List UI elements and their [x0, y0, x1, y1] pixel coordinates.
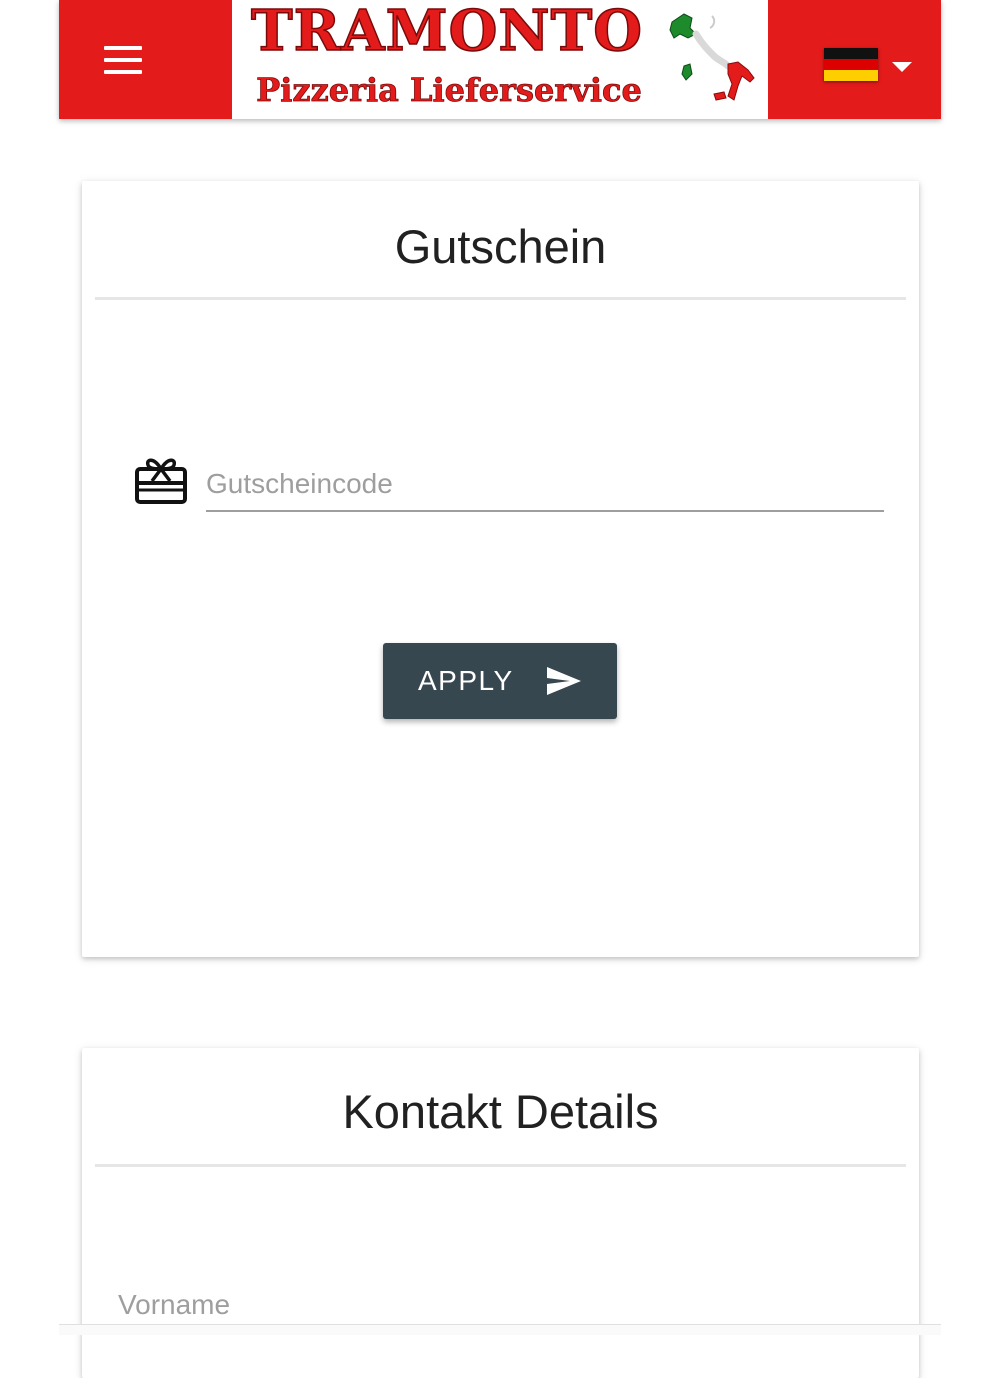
send-icon	[547, 667, 581, 695]
app-header: TRAMONTO Pizzeria Lieferservice	[59, 0, 941, 119]
apply-button[interactable]: APPLY	[383, 643, 617, 719]
language-selector[interactable]	[819, 44, 919, 84]
brand-logo[interactable]: TRAMONTO Pizzeria Lieferservice	[232, 0, 768, 119]
voucher-card: Gutschein APPLY	[82, 181, 919, 957]
bottom-bar	[59, 1324, 941, 1335]
logo-title: TRAMONTO	[250, 0, 644, 64]
first-name-field[interactable]: Vorname	[118, 1288, 230, 1322]
contact-title: Kontakt Details	[342, 1085, 659, 1138]
caret-down-icon	[892, 62, 912, 72]
apply-button-label: APPLY	[418, 665, 514, 696]
menu-bar	[104, 58, 142, 62]
german-flag-icon	[824, 48, 878, 81]
menu-bar	[104, 70, 142, 74]
italy-map-icon	[669, 13, 755, 101]
voucher-title: Gutschein	[394, 220, 607, 273]
logo-subtitle: Pizzeria Lieferservice	[256, 71, 642, 110]
divider	[95, 297, 906, 300]
gift-card-icon	[135, 458, 187, 504]
divider	[95, 1164, 906, 1167]
menu-bar	[104, 46, 142, 50]
voucher-code-input[interactable]	[206, 458, 884, 512]
hamburger-menu-icon[interactable]	[99, 40, 147, 80]
